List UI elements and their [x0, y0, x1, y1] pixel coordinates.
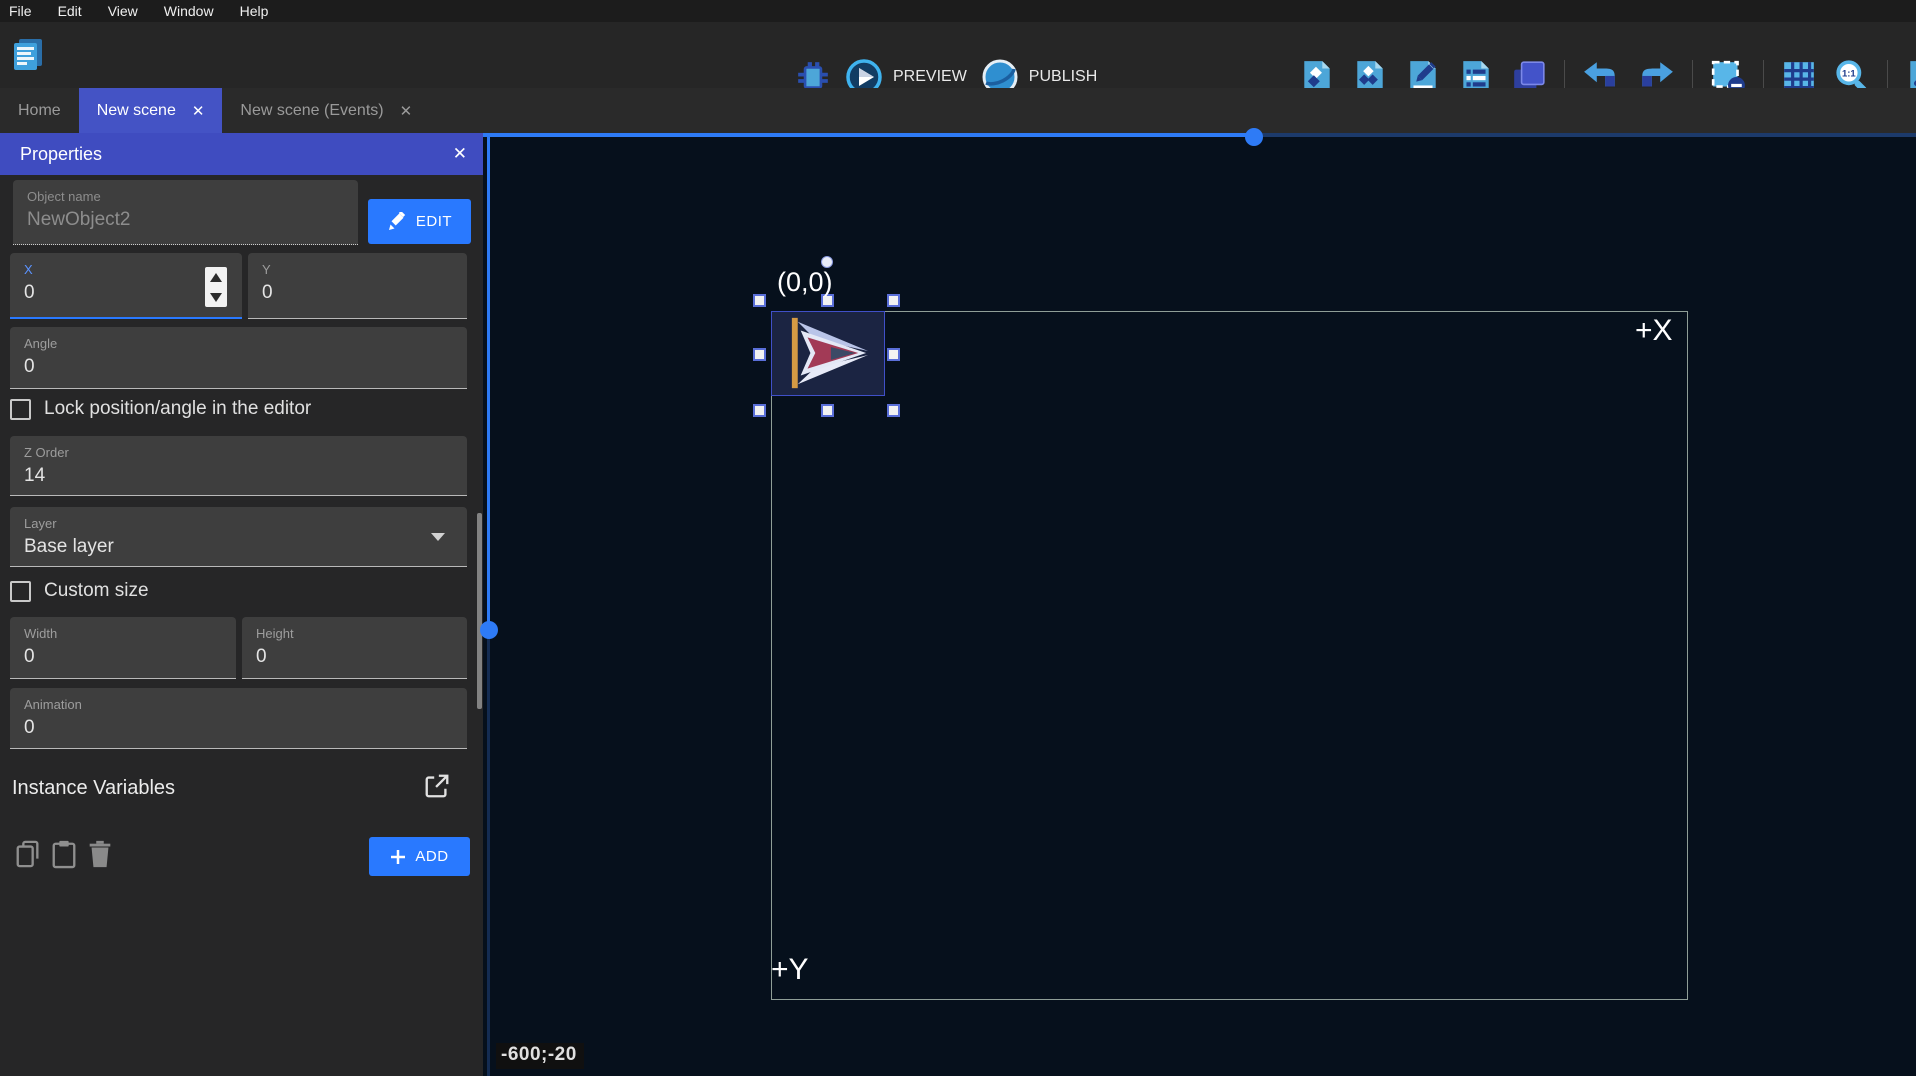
animation-label: Animation [24, 697, 467, 712]
custom-size-label: Custom size [44, 580, 149, 602]
horizontal-scrollbar-track[interactable] [1254, 133, 1916, 137]
stepper-down-icon[interactable] [210, 293, 222, 302]
y-position-field[interactable]: Y 0 [248, 253, 467, 319]
open-variables-editor-icon[interactable] [423, 771, 451, 801]
delete-icon[interactable] [86, 839, 114, 869]
z-order-label: Z Order [24, 445, 467, 460]
y-axis-label: +Y [771, 953, 809, 987]
tab-close-icon[interactable]: ✕ [192, 102, 205, 120]
gdevelop-window: File Edit View Window Help [0, 0, 1916, 1076]
x-axis-label: +X [1635, 314, 1673, 348]
spaceship-sprite [772, 312, 884, 395]
x-field-stepper[interactable] [205, 267, 227, 307]
width-value: 0 [24, 646, 236, 668]
plus-icon [390, 849, 406, 865]
edit-button-label: EDIT [416, 213, 452, 230]
lock-position-checkbox[interactable] [10, 399, 31, 420]
resize-handle-top-left[interactable] [753, 294, 766, 307]
width-field[interactable]: Width 0 [10, 617, 236, 679]
menu-view[interactable]: View [108, 3, 138, 19]
height-label: Height [256, 626, 467, 641]
width-label: Width [24, 626, 236, 641]
y-field-value: 0 [262, 282, 467, 304]
object-name-field[interactable]: Object name NewObject2 [13, 180, 358, 245]
custom-size-row: Custom size [10, 580, 149, 602]
tab-new-scene[interactable]: New scene ✕ [79, 88, 223, 133]
vertical-scrollbar-track[interactable] [487, 630, 490, 1076]
height-field[interactable]: Height 0 [242, 617, 467, 679]
properties-title: Properties [20, 144, 102, 165]
caret-down-icon [431, 533, 445, 542]
pencil-icon [387, 212, 407, 232]
y-field-label: Y [262, 262, 467, 277]
horizontal-scrollbar-thumb[interactable] [1245, 128, 1263, 146]
properties-panel: Properties ✕ Object name NewObject2 EDIT… [0, 133, 483, 1076]
menu-help[interactable]: Help [240, 3, 269, 19]
scene-window-frame [771, 311, 1688, 1000]
angle-field[interactable]: Angle 0 [10, 327, 467, 389]
horizontal-scrollbar[interactable] [483, 133, 1254, 137]
object-name-label: Object name [27, 189, 358, 204]
main-toolbar: PREVIEW PUBLISH [0, 22, 1916, 88]
tab-new-scene-events-label: New scene (Events) [240, 102, 383, 120]
properties-panel-header: Properties ✕ [0, 133, 483, 175]
animation-field[interactable]: Animation 0 [10, 688, 467, 749]
scene-canvas[interactable]: (0,0) +X +Y -600;-20 [483, 133, 1916, 1076]
selected-sprite-instance[interactable] [771, 311, 885, 396]
layer-select[interactable]: Layer Base layer [10, 507, 467, 567]
resize-handle-mid-left[interactable] [753, 348, 766, 361]
close-panel-icon[interactable]: ✕ [453, 144, 467, 164]
menu-file[interactable]: File [9, 3, 32, 19]
angle-field-label: Angle [24, 336, 467, 351]
x-position-field[interactable]: X 0 [10, 253, 242, 319]
menu-bar: File Edit View Window Help [0, 0, 1916, 22]
menu-edit[interactable]: Edit [58, 3, 82, 19]
object-name-value: NewObject2 [27, 209, 358, 231]
origin-coordinates-label: (0,0) [777, 267, 833, 298]
layer-label: Layer [24, 516, 467, 531]
stepper-up-icon[interactable] [210, 273, 222, 282]
animation-value: 0 [24, 717, 467, 739]
menu-window[interactable]: Window [164, 3, 214, 19]
tab-bar: Home New scene ✕ New scene (Events) ✕ [0, 88, 1916, 133]
copy-icon[interactable] [14, 839, 42, 869]
tab-close-icon[interactable]: ✕ [400, 102, 413, 120]
project-manager-icon[interactable] [10, 36, 46, 72]
resize-handle-bottom-left[interactable] [753, 404, 766, 417]
vertical-scrollbar[interactable] [487, 133, 490, 630]
resize-handle-bottom-center[interactable] [821, 404, 834, 417]
tab-home[interactable]: Home [0, 88, 79, 133]
paste-icon[interactable] [50, 839, 78, 869]
tab-new-scene-events[interactable]: New scene (Events) ✕ [222, 88, 430, 133]
instance-variables-title: Instance Variables [12, 777, 175, 800]
resize-handle-mid-right[interactable] [887, 348, 900, 361]
z-order-field[interactable]: Z Order 14 [10, 436, 467, 496]
panel-scrollbar[interactable] [477, 513, 482, 709]
angle-field-value: 0 [24, 356, 467, 378]
add-button-label: ADD [415, 848, 448, 865]
cursor-coordinates-readout: -600;-20 [496, 1043, 584, 1069]
z-order-value: 14 [24, 465, 467, 487]
preview-label: PREVIEW [893, 68, 967, 86]
vertical-scrollbar-thumb[interactable] [480, 621, 498, 639]
add-variable-button[interactable]: ADD [369, 837, 470, 876]
resize-handle-bottom-right[interactable] [887, 404, 900, 417]
custom-size-checkbox[interactable] [10, 581, 31, 602]
tab-home-label: Home [18, 102, 61, 120]
edit-object-button[interactable]: EDIT [368, 199, 471, 244]
tab-new-scene-label: New scene [97, 102, 176, 120]
lock-position-row: Lock position/angle in the editor [10, 398, 311, 420]
resize-handle-top-right[interactable] [887, 294, 900, 307]
layer-value: Base layer [24, 536, 467, 558]
svg-text:1:1: 1:1 [1842, 68, 1856, 79]
height-value: 0 [256, 646, 467, 668]
lock-position-label: Lock position/angle in the editor [44, 398, 311, 420]
publish-label: PUBLISH [1029, 68, 1097, 86]
